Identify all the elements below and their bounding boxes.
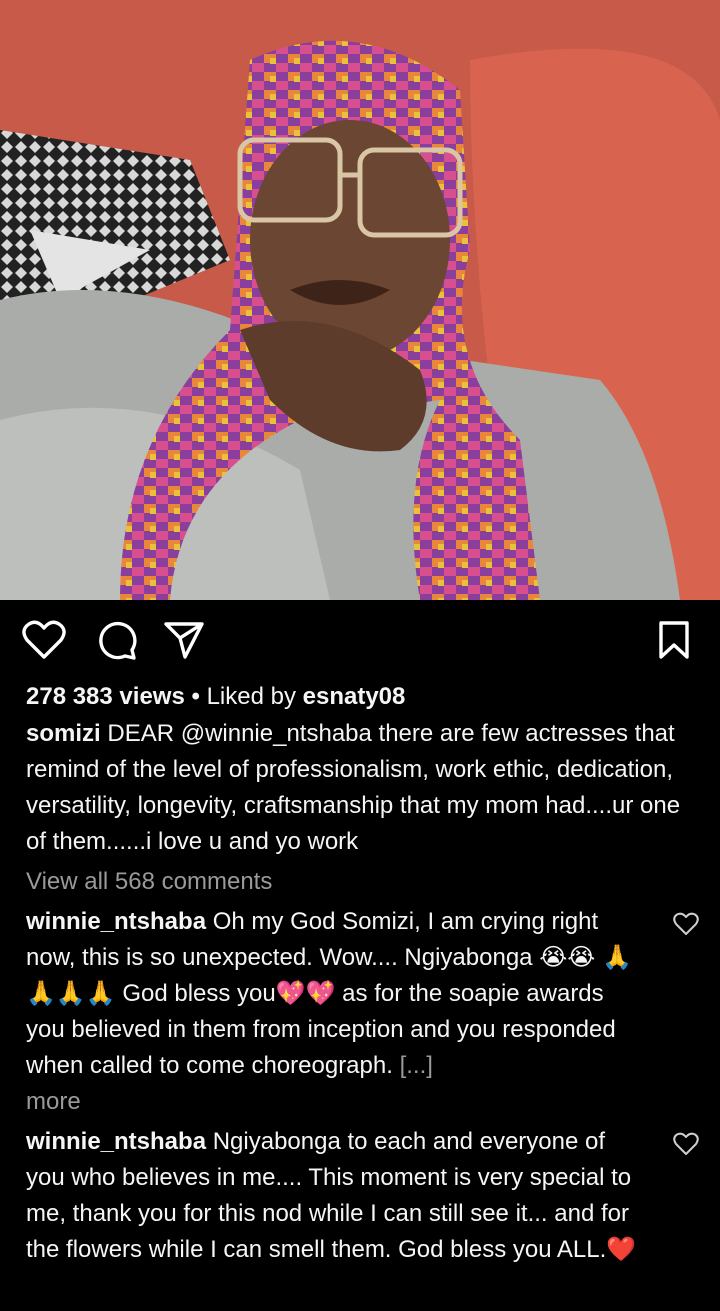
meta-separator: • (191, 683, 200, 710)
heart-icon (22, 620, 66, 659)
bookmark-icon (659, 621, 689, 659)
like-button[interactable] (22, 618, 66, 662)
post-caption: somizi DEAR @winnie_ntshaba there are fe… (26, 716, 694, 860)
comment-body: winnie_ntshaba Oh my God Somizi, I am cr… (26, 904, 644, 1120)
comment-truncation: [...] (399, 1052, 433, 1079)
post-video[interactable] (0, 0, 720, 600)
comment-button[interactable] (94, 618, 138, 662)
post-action-bar (0, 600, 720, 678)
comment-username[interactable]: winnie_ntshaba (26, 908, 206, 935)
comment-more-link[interactable]: more (26, 1084, 644, 1120)
comment-username[interactable]: winnie_ntshaba (26, 1128, 206, 1155)
save-button[interactable] (652, 618, 696, 662)
comment-item: winnie_ntshaba Oh my God Somizi, I am cr… (26, 904, 699, 1120)
caption-text: DEAR @winnie_ntshaba there are few actre… (26, 720, 681, 855)
comment-item: winnie_ntshaba Ngiyabonga to each and ev… (26, 1124, 699, 1268)
paper-plane-icon (164, 622, 204, 659)
video-frame-illustration (0, 0, 720, 600)
caption-username[interactable]: somizi (26, 720, 101, 747)
liked-by-user[interactable]: esnaty08 (303, 683, 406, 710)
views-and-likes: 278 383 views • Liked by esnaty08 (26, 678, 694, 716)
liked-by-label: Liked by (206, 683, 296, 710)
comment-bubble-icon (99, 621, 137, 660)
view-all-comments-link[interactable]: View all 568 comments (26, 864, 694, 900)
share-button[interactable] (162, 618, 206, 662)
comment-body: winnie_ntshaba Ngiyabonga to each and ev… (26, 1124, 644, 1268)
heart-outline-icon[interactable] (672, 1130, 700, 1158)
heart-outline-icon[interactable] (672, 910, 700, 938)
view-count[interactable]: 278 383 views (26, 683, 185, 710)
post-details: 278 383 views • Liked by esnaty08 somizi… (0, 678, 720, 1268)
